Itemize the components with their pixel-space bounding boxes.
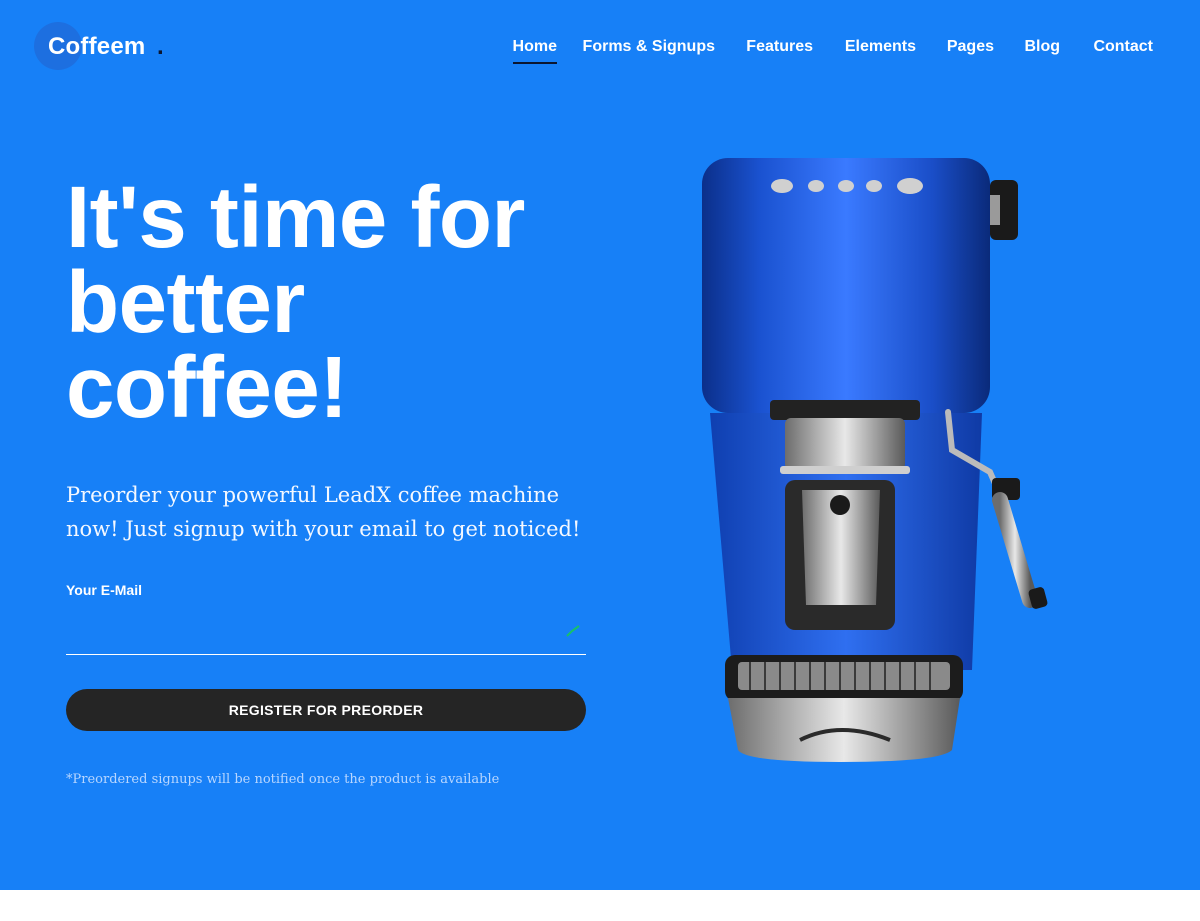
coffee-machine-image (702, 158, 1048, 762)
hero-subtitle: Preorder your powerful LeadX coffee mach… (66, 483, 581, 541)
email-label: Your E-Mail (66, 582, 142, 598)
preorder-note: *Preordered signups will be notified onc… (66, 772, 500, 787)
nav-pages[interactable]: Pages (947, 38, 994, 56)
hero-section: Coffeem . Home Forms & Signups Features … (0, 0, 1200, 890)
logo-dot: . (157, 33, 164, 60)
register-button[interactable]: REGISTER FOR PREORDER (66, 689, 586, 731)
nav-elements[interactable]: Elements (845, 38, 916, 56)
hero-headline: It's time for better coffee! (66, 169, 525, 436)
nav-forms-signups[interactable]: Forms & Signups (583, 38, 715, 56)
nav-home[interactable]: Home (512, 38, 558, 64)
nav-blog[interactable]: Blog (1024, 38, 1060, 56)
logo-text: Coffeem (48, 33, 146, 60)
nav-contact[interactable]: Contact (1093, 38, 1153, 56)
nav-features[interactable]: Features (746, 38, 813, 56)
checkmark-icon (566, 625, 580, 637)
email-input[interactable] (66, 612, 586, 655)
